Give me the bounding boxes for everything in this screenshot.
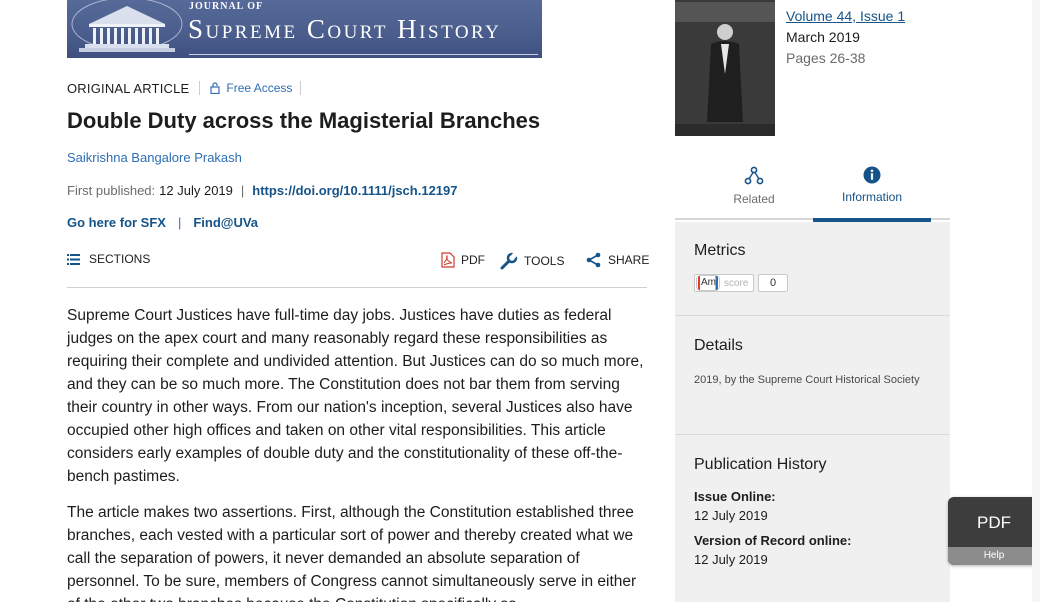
volume-issue-link[interactable]: Volume 44, Issue 1 xyxy=(786,8,905,24)
cover-footer xyxy=(675,124,775,136)
author-link[interactable]: Saikrishna Bangalore Prakash xyxy=(67,150,242,165)
altmetric-badge-text: Am xyxy=(701,277,716,288)
issue-cover-image[interactable] xyxy=(675,0,775,136)
details-title: Details xyxy=(694,337,743,354)
related-nodes-icon xyxy=(744,166,764,185)
sections-button[interactable]: SECTIONS xyxy=(67,252,150,266)
issue-label: Issue xyxy=(859,8,894,24)
list-icon xyxy=(67,253,80,265)
article-meta-row: ORIGINAL ARTICLE Free Access xyxy=(67,80,302,96)
volume-number: 44 xyxy=(836,8,853,24)
free-access-badge: Free Access xyxy=(210,81,292,95)
article-title: Double Duty across the Magisterial Branc… xyxy=(67,108,541,133)
floating-pdf-label[interactable]: PDF xyxy=(948,513,1040,533)
free-access-label: Free Access xyxy=(226,81,293,95)
tab-related-label: Related xyxy=(733,192,775,206)
doi-link[interactable]: https://doi.org/10.1111/jsch.12197 xyxy=(252,183,457,198)
publication-info: First published: 12 July 2019 | https://… xyxy=(67,183,458,198)
issue-pages: Pages 26-38 xyxy=(786,50,866,66)
tab-related[interactable]: Related xyxy=(695,160,813,220)
journal-banner[interactable]: JOURNAL OF Supreme Court History xyxy=(67,0,542,58)
issue-online-label: Issue Online: xyxy=(694,489,776,504)
lock-open-icon xyxy=(210,82,221,94)
divider xyxy=(199,81,201,95)
volume-label: Volume xyxy=(786,8,833,24)
issue-info: Volume 44, Issue 1 March 2019 Pages 26-3… xyxy=(786,6,905,69)
information-panel: Metrics Am score 0 Details 2019, by the … xyxy=(675,222,950,602)
article-toolbar: SECTIONS PDF TOOLS SHARE xyxy=(67,250,649,288)
find-uva-link[interactable]: Find@UVa xyxy=(193,215,258,230)
details-section: Details 2019, by the Supreme Court Histo… xyxy=(675,316,950,435)
help-button[interactable]: Help xyxy=(948,547,1040,565)
info-icon xyxy=(863,166,881,184)
metrics-section: Metrics Am score 0 xyxy=(675,222,950,316)
separator: | xyxy=(240,183,245,198)
issue-number: 1 xyxy=(897,8,906,24)
share-button[interactable]: SHARE xyxy=(586,252,649,268)
pdf-file-icon xyxy=(441,252,455,268)
issue-month: March 2019 xyxy=(786,29,860,45)
page-scrollbar[interactable] xyxy=(1032,0,1040,602)
wrench-icon xyxy=(500,252,518,270)
abstract-paragraph: Supreme Court Justices have full-time da… xyxy=(67,307,644,485)
share-label: SHARE xyxy=(608,253,650,267)
version-of-record-date: 12 July 2019 xyxy=(694,552,768,567)
tools-label: TOOLS xyxy=(524,254,565,268)
altmetric-donut-icon: Am xyxy=(695,275,721,291)
abstract-paragraph: The article makes two assertions. First,… xyxy=(67,504,637,602)
article-type: ORIGINAL ARTICLE xyxy=(67,80,190,96)
sfx-link[interactable]: Go here for SFX xyxy=(67,215,166,230)
separator: | xyxy=(177,215,182,230)
divider xyxy=(300,81,302,95)
version-of-record-label: Version of Record online: xyxy=(694,533,852,548)
resolver-links: Go here for SFX | Find@UVa xyxy=(67,215,258,230)
metrics-title: Metrics xyxy=(694,242,746,259)
sidebar-tabs: Related Information xyxy=(675,160,950,222)
supreme-court-building-logo xyxy=(71,0,183,52)
floating-pdf-widget[interactable]: PDF Help xyxy=(948,497,1040,565)
cover-portrait xyxy=(707,24,743,122)
share-icon xyxy=(586,252,601,268)
banner-rule xyxy=(189,54,538,55)
journal-name-small: JOURNAL OF xyxy=(189,1,264,12)
first-published-label: First published: xyxy=(67,183,156,198)
copyright-text: 2019, by the Supreme Court Historical So… xyxy=(694,374,920,386)
pdf-label: PDF xyxy=(461,253,485,267)
volume-issue-line: Volume 44, Issue 1 xyxy=(786,6,905,27)
altmetric-widget[interactable]: Am score 0 xyxy=(694,274,788,292)
issue-online-date: 12 July 2019 xyxy=(694,508,768,523)
publication-history-title: Publication History xyxy=(694,456,827,473)
pdf-button[interactable]: PDF xyxy=(441,252,485,268)
first-published-date: 12 July 2019 xyxy=(159,183,233,198)
altmetric-score-value: 0 xyxy=(758,274,788,292)
altmetric-score-box: Am score xyxy=(694,274,754,292)
tab-information-label: Information xyxy=(841,190,903,204)
tools-button[interactable]: TOOLS xyxy=(500,252,564,270)
sections-label: SECTIONS xyxy=(89,252,151,266)
altmetric-score-label: score xyxy=(724,277,749,289)
tab-information[interactable]: Information xyxy=(813,160,931,222)
publication-history-section: Publication History Issue Online: 12 Jul… xyxy=(675,435,950,602)
journal-name: Supreme Court History xyxy=(188,14,502,44)
